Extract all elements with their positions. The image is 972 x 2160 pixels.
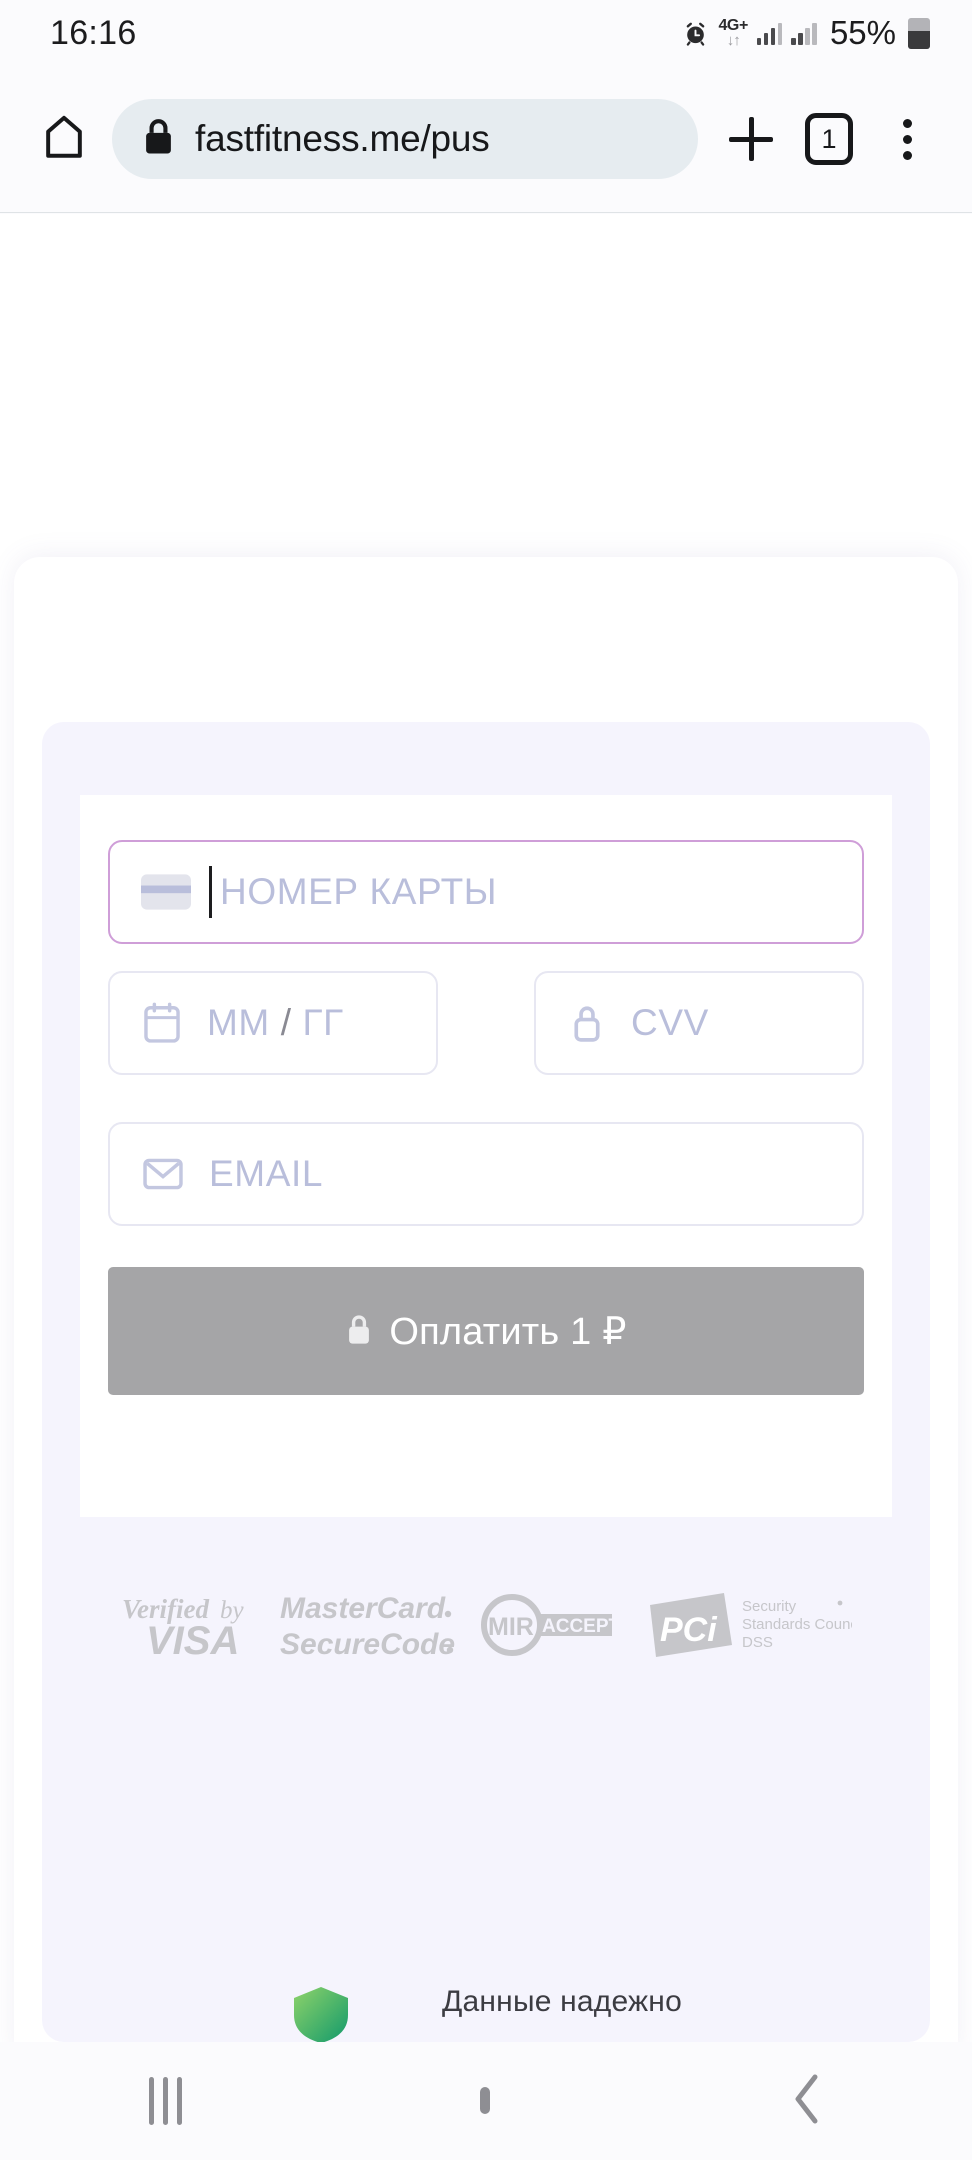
green-shield-icon [290,1985,352,2042]
security-badges-row: Verified by VISA MasterCard SecureCode M… [80,1567,892,1687]
status-time: 16:16 [50,13,137,52]
svg-text:Security: Security [742,1598,797,1615]
credit-card-icon [141,874,191,910]
calendar-icon [141,1000,183,1046]
status-bar: 16:16 4G+ ↓↑ 55% [0,0,972,66]
data-transfer-arrows-icon: ↓↑ [726,32,741,49]
svg-text:MasterCard: MasterCard [280,1592,446,1625]
alarm-clock-icon [682,20,709,47]
kebab-menu-icon [902,118,912,160]
signal-bars-icon-sim2 [791,22,817,45]
url-truncated-text: s [471,118,490,159]
expiry-date-input[interactable]: ММ / ГГ [108,971,438,1075]
svg-text:ACCEPT: ACCEPT [542,1616,621,1637]
svg-text:PCi: PCi [660,1611,718,1649]
cvv-placeholder: CVV [631,1002,709,1043]
card-number-placeholder: НОМЕР КАРТЫ [220,871,498,912]
browser-menu-button[interactable] [868,100,946,178]
email-input[interactable]: EMAIL [108,1122,864,1226]
pci-dss-badge: PCi Security Standards Council DSS [646,1589,865,1666]
phone-screen: 16:16 4G+ ↓↑ 55% fastfitness.me/pu s 1 Н… [0,0,972,2160]
address-bar[interactable]: fastfitness.me/pu s [112,99,698,179]
home-square-icon [480,2087,491,2114]
pay-button-label: Оплатить 1 ₽ [389,1310,627,1353]
verified-by-visa-badge: Verified by VISA [120,1588,260,1667]
home-button[interactable] [26,101,102,177]
expiry-year-label: ГГ [302,1002,344,1043]
pay-button[interactable]: Оплатить 1 ₽ [108,1267,864,1395]
recents-button[interactable] [149,2077,183,2125]
svg-text:Standards Council: Standards Council [742,1616,852,1633]
recents-icon [149,2077,183,2125]
payment-panel: НОМЕР КАРТЫ ММ / ГГ CVV EMAIL Оплатить 1… [42,722,930,2042]
web-page-viewport: НОМЕР КАРТЫ ММ / ГГ CVV EMAIL Оплатить 1… [0,214,972,2042]
lock-icon [345,1313,373,1350]
envelope-icon [141,1154,185,1194]
home-icon [39,111,89,168]
email-placeholder: EMAIL [209,1153,324,1194]
network-type-indicator: 4G+ ↓↑ [718,18,748,49]
tab-switcher-button[interactable]: 1 [790,100,868,178]
back-chevron-icon [789,2074,823,2131]
tab-count-badge: 1 [805,113,853,165]
battery-percent-label: 55% [829,14,896,51]
expiry-separator: / [280,1002,292,1043]
signal-bars-icon-sim1 [756,22,783,45]
mastercard-securecode-badge: MasterCard SecureCode [280,1588,456,1667]
svg-text:SecureCode: SecureCode [280,1628,455,1661]
secure-data-label: Данные надежно [442,1985,682,2018]
lock-icon [142,117,175,162]
text-caret [209,866,212,918]
new-tab-button[interactable] [712,100,790,178]
mir-accept-badge: MIR ACCEPT [476,1592,626,1663]
card-number-input[interactable]: НОМЕР КАРТЫ [108,840,864,944]
lock-icon [567,1000,607,1046]
android-nav-bar [0,2042,972,2160]
battery-icon [908,17,930,49]
svg-text:VISA: VISA [146,1619,239,1662]
plus-icon [729,117,773,161]
secure-data-footer: Данные надежно [0,1985,972,2042]
svg-text:DSS: DSS [742,1634,773,1651]
expiry-month-label: ММ [207,1002,270,1043]
url-text: fastfitness.me/pu [195,118,472,159]
payment-modal-sheet: НОМЕР КАРТЫ ММ / ГГ CVV EMAIL Оплатить 1… [14,557,958,2042]
svg-text:MIR: MIR [488,1613,534,1641]
browser-toolbar: fastfitness.me/pu s 1 [0,66,972,213]
payment-form-card: НОМЕР КАРТЫ ММ / ГГ CVV EMAIL Оплатить 1… [80,795,892,1517]
home-button[interactable] [480,2087,491,2114]
cvv-input[interactable]: CVV [534,971,864,1075]
status-indicators: 4G+ ↓↑ 55% [682,14,930,52]
expiry-placeholder: ММ / ГГ [207,1002,344,1044]
back-button[interactable] [789,2071,823,2132]
